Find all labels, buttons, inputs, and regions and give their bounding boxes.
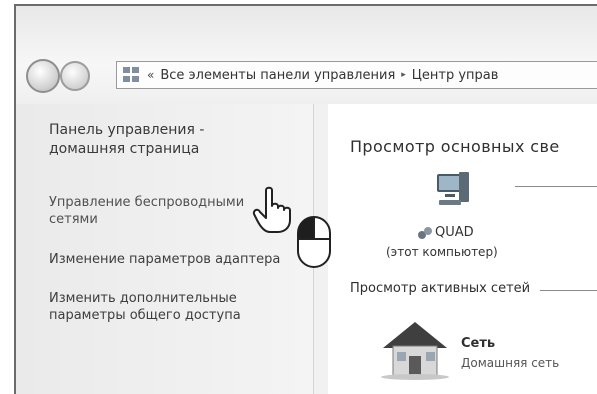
house-icon — [381, 322, 449, 380]
hand-cursor-icon — [252, 186, 291, 233]
computer-name-label: QUAD — [435, 225, 474, 240]
address-bar[interactable]: « Все элементы панели управления ▸ Центр… — [116, 61, 597, 89]
breadcrumb-all-items[interactable]: Все элементы панели управления — [160, 68, 395, 83]
back-button[interactable] — [26, 59, 60, 93]
network-computer-icon — [418, 226, 432, 239]
computer-name: QUAD — [417, 225, 474, 240]
forward-button[interactable] — [60, 61, 90, 91]
sidebar-link-sharing[interactable]: Изменить дополнительные параметры общего… — [49, 290, 289, 324]
mouse-left-click-icon — [297, 216, 331, 268]
sidebar-home-link[interactable]: Панель управления - домашняя страница — [49, 121, 279, 159]
sidebar-link-adapter[interactable]: Изменение параметров адаптера — [49, 251, 289, 268]
page-title: Просмотр основных све — [350, 137, 560, 156]
active-networks-title: Просмотр активных сетей — [350, 281, 531, 296]
control-panel-icon — [123, 67, 141, 83]
network-map-line — [515, 186, 597, 187]
breadcrumb-network-center[interactable]: Центр управ — [412, 68, 499, 83]
address-chevron[interactable]: « — [147, 68, 154, 82]
network-type[interactable]: Домашняя сеть — [461, 356, 559, 370]
computer-icon — [437, 172, 469, 205]
computer-subtitle: (этот компьютер) — [386, 245, 498, 259]
title-bar — [16, 6, 597, 104]
section-divider — [540, 290, 597, 291]
network-name[interactable]: Сеть — [461, 336, 495, 351]
breadcrumb-separator[interactable]: ▸ — [401, 70, 406, 80]
